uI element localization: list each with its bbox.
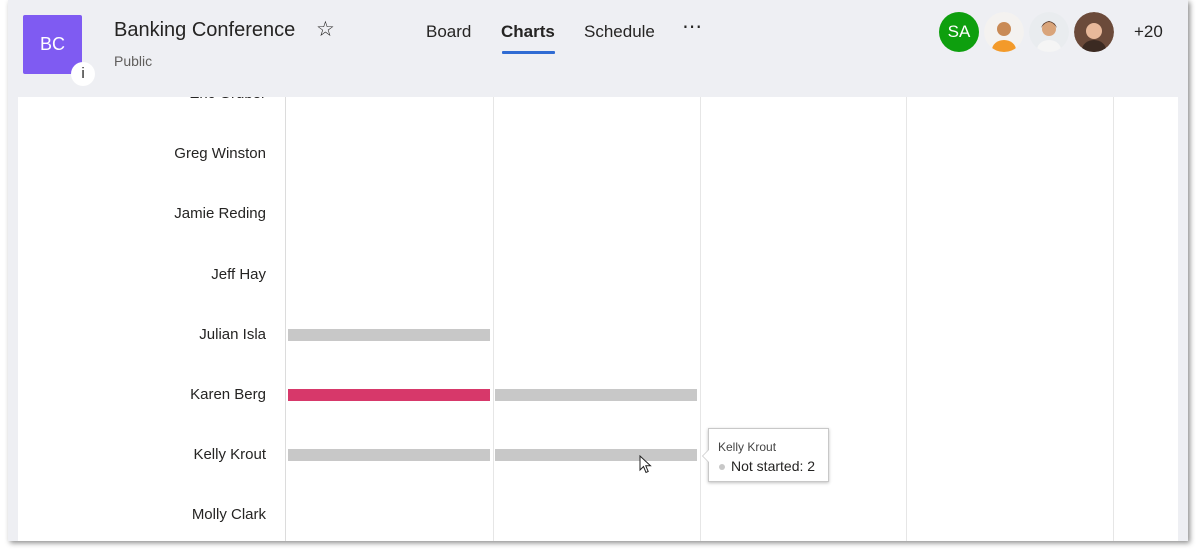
tab-board[interactable]: Board (426, 22, 471, 42)
tooltip-value: Not started: 2 (731, 458, 816, 474)
person-photo-icon (984, 12, 1024, 52)
chart-gridline (906, 97, 907, 541)
category-label: Greg Winston (174, 145, 266, 163)
active-tab-indicator (502, 51, 555, 54)
chart-gridline (493, 97, 494, 541)
chart-area: Eric Gruber Greg Winston Jamie Reding Jeff … (18, 97, 1178, 541)
more-options-icon[interactable]: ⋯ (682, 14, 703, 39)
category-label: Jamie Reding (174, 205, 266, 223)
tooltip-arrow-inner (703, 450, 709, 462)
category-label: Eric Gruber (189, 97, 266, 102)
tooltip-legend-dot (719, 464, 725, 470)
app-window: BC i Banking Conference ☆ Public Board C… (8, 0, 1188, 541)
person-photo-icon (1029, 12, 1069, 52)
team-title: Banking Conference (114, 19, 296, 41)
chart-gridline (1113, 97, 1114, 541)
chart-bar-not-started[interactable] (495, 389, 697, 401)
tab-charts[interactable]: Charts (501, 22, 555, 42)
tooltip-title: Kelly Krout (718, 440, 777, 454)
member-avatar-photo[interactable] (1074, 12, 1114, 52)
category-label: Julian Isla (199, 325, 266, 343)
category-label: Molly Clark (191, 506, 266, 524)
team-visibility: Public (114, 53, 153, 69)
category-label: Kelly Krout (193, 446, 266, 464)
chart-gridline (285, 97, 286, 541)
member-avatar-photo[interactable] (984, 12, 1024, 52)
star-icon[interactable]: ☆ (316, 17, 335, 42)
category-label: Jeff Hay (211, 265, 266, 283)
chart-bar-not-started[interactable] (288, 328, 490, 341)
member-avatar-photo[interactable] (1029, 12, 1069, 52)
member-overflow-count[interactable]: +20 (1134, 22, 1163, 42)
team-initials: BC (39, 34, 65, 54)
chart-gridline (700, 97, 701, 541)
member-initials: SA (947, 22, 971, 41)
chart-bar-not-started[interactable] (495, 449, 697, 462)
person-photo-icon (1074, 12, 1114, 52)
chart-bar-late[interactable] (288, 389, 490, 401)
info-icon[interactable]: i (71, 62, 95, 86)
tab-schedule[interactable]: Schedule (584, 22, 655, 42)
mouse-pointer-icon (639, 455, 652, 474)
category-label: Karen Berg (190, 386, 266, 403)
member-avatar-sa[interactable]: SA (939, 12, 979, 52)
chart-bar-not-started[interactable] (288, 449, 490, 462)
chart-tooltip: Kelly Krout Not started: 2 (702, 428, 829, 482)
team-header: BC i Banking Conference ☆ Public Board C… (8, 0, 1188, 97)
